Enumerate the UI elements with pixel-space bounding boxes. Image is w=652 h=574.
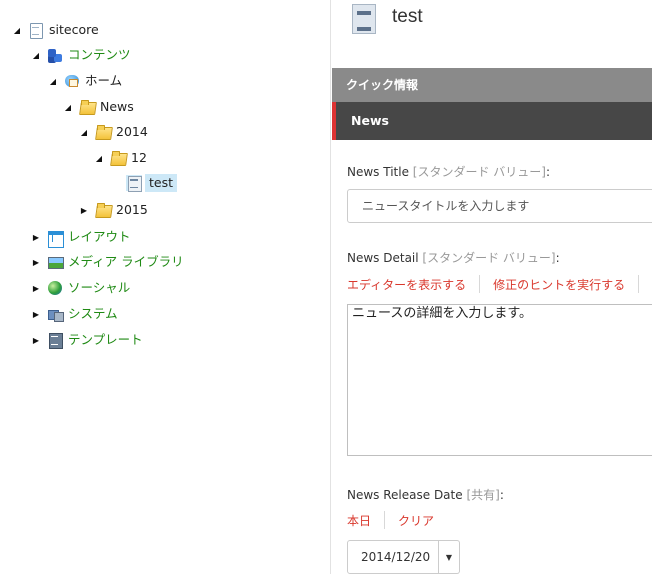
release-date-label: News Release Date [共有]:	[347, 486, 504, 503]
system-icon	[47, 306, 64, 322]
content-icon	[47, 47, 63, 63]
show-editor-link[interactable]: エディターを表示する	[347, 276, 466, 293]
tree-node-label: メディア ライブラリ	[68, 254, 184, 269]
collapse-arrow-icon[interactable]: ◢	[79, 127, 89, 137]
tree-node-label: レイアウト	[68, 229, 131, 244]
folder-icon	[95, 202, 111, 218]
release-date-actions: 本日 クリア	[347, 511, 434, 529]
tree-node-home[interactable]: ◢ ホーム	[48, 70, 122, 92]
news-title-label: News Title [スタンダード バリュー]:	[347, 163, 550, 180]
tree-node-2015[interactable]: ▶ 2015	[79, 199, 148, 221]
divider	[384, 511, 386, 529]
collapse-arrow-icon[interactable]: ◢	[31, 50, 41, 60]
expand-arrow-icon[interactable]: ▶	[31, 232, 41, 242]
news-detail-textarea[interactable]: ニュースの詳細を入力します。	[347, 304, 652, 456]
date-dropdown-button[interactable]: ▼	[439, 540, 460, 574]
clear-link[interactable]: クリア	[398, 512, 434, 529]
caret-down-icon: ▼	[445, 552, 453, 562]
tree-node-label: News	[100, 99, 134, 114]
page-icon	[352, 4, 376, 34]
page-icon	[126, 175, 142, 192]
tree-node-layout[interactable]: ▶ レイアウト	[31, 226, 131, 248]
content-tree: ◢ sitecore ◢ コンテンツ ◢ ホーム ◢ News ◢ 2014 ◢…	[0, 0, 331, 574]
today-link[interactable]: 本日	[347, 512, 371, 529]
collapse-arrow-icon[interactable]: ◢	[12, 25, 22, 35]
tree-node-label: ホーム	[85, 73, 123, 88]
expand-arrow-icon[interactable]: ▶	[31, 257, 41, 267]
expand-arrow-icon[interactable]: ▶	[31, 335, 41, 345]
collapse-arrow-icon[interactable]: ◢	[63, 102, 73, 112]
field-hint: [共有]	[466, 488, 500, 502]
social-icon	[47, 280, 63, 296]
expand-arrow-icon[interactable]: ▶	[79, 205, 89, 215]
field-name: News Detail	[347, 251, 419, 265]
tree-node-system[interactable]: ▶ システム	[31, 303, 118, 325]
divider	[479, 275, 481, 293]
field-colon: :	[555, 251, 560, 265]
home-icon	[64, 73, 80, 89]
tree-node-12[interactable]: ◢ 12	[94, 147, 147, 169]
layout-icon	[47, 229, 64, 248]
field-hint: [スタンダード バリュー]	[412, 165, 546, 179]
media-library-icon	[47, 254, 64, 270]
expand-arrow-icon[interactable]: ▶	[31, 309, 41, 319]
tree-node-label: システム	[68, 306, 118, 321]
tree-node-label: test	[145, 174, 178, 192]
field-colon: :	[545, 165, 551, 179]
tree-node-content[interactable]: ◢ コンテンツ	[31, 44, 131, 66]
tree-node-label: 2014	[116, 124, 148, 139]
field-colon: :	[499, 488, 504, 502]
news-detail-actions: エディターを表示する 修正のヒントを実行する	[347, 275, 652, 293]
folder-icon	[95, 124, 111, 140]
tree-node-templates[interactable]: ▶ テンプレート	[31, 329, 143, 351]
news-title-input[interactable]: ニュースタイトルを入力します	[347, 189, 652, 223]
tree-node-label: コンテンツ	[68, 47, 131, 62]
collapse-arrow-icon[interactable]: ◢	[48, 76, 58, 86]
divider	[638, 275, 640, 293]
news-detail-label: News Detail [スタンダード バリュー]:	[347, 249, 560, 266]
tree-node-label: sitecore	[49, 22, 99, 37]
tree-node-sitecore[interactable]: ◢ sitecore	[12, 19, 99, 41]
tree-node-news[interactable]: ◢ News	[63, 96, 134, 118]
template-icon	[47, 332, 63, 349]
tree-node-label: ソーシャル	[68, 280, 131, 295]
item-header: test	[332, 0, 652, 68]
field-hint: [スタンダード バリュー]	[422, 251, 556, 265]
content-editor: test クイック情報 News News Title [スタンダード バリュー…	[332, 0, 652, 574]
release-date-input[interactable]: 2014/12/20	[347, 540, 439, 574]
item-title: test	[392, 6, 423, 27]
tree-node-media-library[interactable]: ▶ メディア ライブラリ	[31, 251, 184, 273]
run-suggest-link[interactable]: 修正のヒントを実行する	[493, 276, 625, 293]
tree-node-social[interactable]: ▶ ソーシャル	[31, 277, 130, 299]
tree-node-label: 12	[131, 150, 147, 165]
collapse-arrow-icon[interactable]: ◢	[94, 153, 104, 163]
folder-icon	[79, 99, 95, 115]
expand-arrow-icon[interactable]: ▶	[31, 283, 41, 293]
news-section-header[interactable]: News	[332, 102, 652, 140]
document-icon	[28, 22, 44, 39]
quick-info-section-header[interactable]: クイック情報	[332, 68, 652, 102]
tree-node-test[interactable]: test	[126, 172, 178, 194]
field-name: News Title	[347, 165, 409, 179]
folder-icon	[110, 150, 126, 166]
tree-node-2014[interactable]: ◢ 2014	[79, 121, 148, 143]
tree-node-label: テンプレート	[68, 332, 143, 347]
field-name: News Release Date	[347, 488, 463, 502]
tree-node-label: 2015	[116, 202, 148, 217]
